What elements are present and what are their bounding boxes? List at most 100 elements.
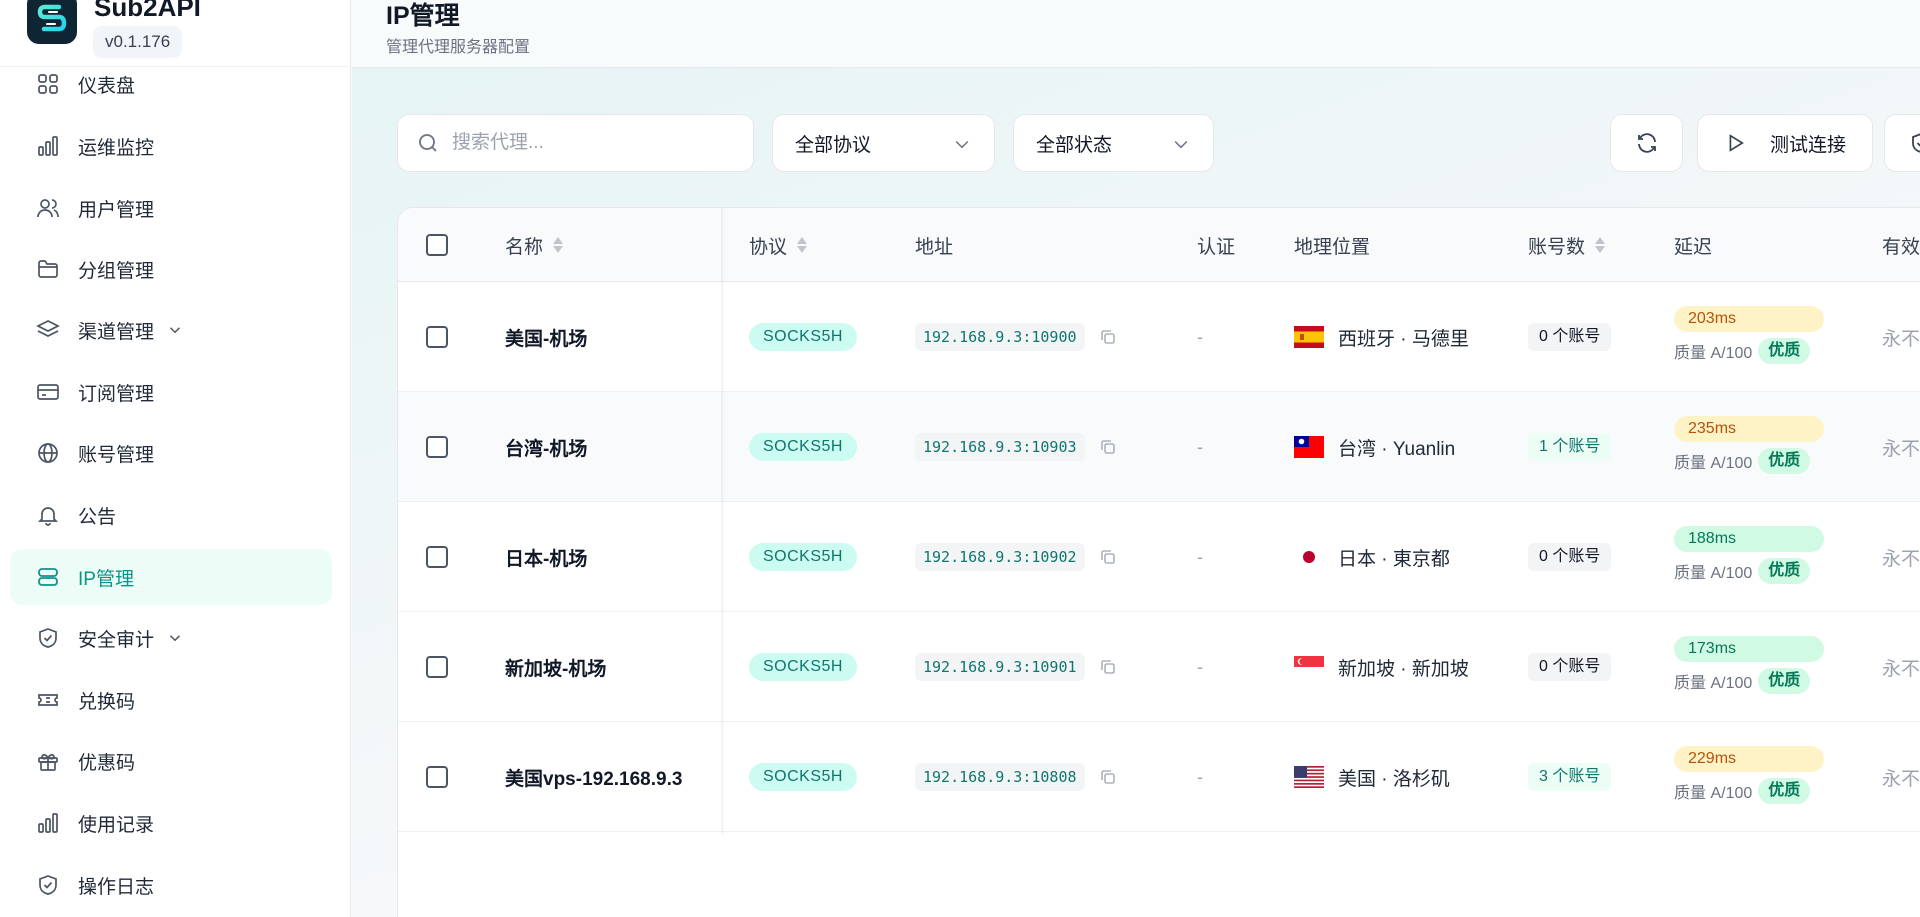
sidebar-item-label: 运维监控 xyxy=(78,137,155,159)
column-header-name[interactable]: 名称 xyxy=(505,208,564,282)
account-count: 3 个账号 xyxy=(1528,763,1612,791)
refresh-button[interactable] xyxy=(1610,114,1683,172)
protocol-badge: SOCKS5H xyxy=(749,433,857,461)
sidebar-item-redeem-codes[interactable]: 兑换码 xyxy=(10,672,332,728)
table-row[interactable]: 日本-机场 SOCKS5H 192.168.9.3:10902 - 日本 · 東… xyxy=(398,502,1920,612)
folder-icon xyxy=(34,255,62,283)
chevron-down-icon xyxy=(1174,140,1188,149)
protocol-badge: SOCKS5H xyxy=(749,653,857,681)
app-name: Sub2API xyxy=(94,0,201,22)
proxy-name: 日本-机场 xyxy=(505,548,588,570)
proxy-name: 新加坡-机场 xyxy=(505,658,607,680)
shield-icon xyxy=(34,624,62,652)
sidebar-item-groups[interactable]: 分组管理 xyxy=(10,241,332,297)
sidebar-item-coupons[interactable]: 优惠码 xyxy=(10,733,332,789)
app-logo[interactable] xyxy=(27,0,77,44)
row-checkbox[interactable] xyxy=(426,546,448,568)
geo-location: 西班牙 · 马德里 xyxy=(1338,328,1469,350)
geo-location: 日本 · 東京都 xyxy=(1338,548,1450,570)
quality-score: 质量 A/100 xyxy=(1674,565,1753,582)
japan-flag-icon xyxy=(1294,546,1324,568)
chevron-down-icon[interactable] xyxy=(166,321,184,339)
sidebar-item-label: 优惠码 xyxy=(78,752,136,774)
protocol-badge: SOCKS5H xyxy=(749,763,857,791)
table-row[interactable]: 台湾-机场 SOCKS5H 192.168.9.3:10903 - 台湾 · Y… xyxy=(398,392,1920,502)
copy-icon[interactable] xyxy=(1099,658,1117,676)
column-header-accounts[interactable]: 账号数 xyxy=(1528,208,1606,282)
table-row[interactable]: 美国vps-192.168.9.3 SOCKS5H 192.168.9.3:10… xyxy=(398,722,1920,832)
column-header-protocol[interactable]: 协议 xyxy=(749,208,808,282)
latency-badge: 188ms xyxy=(1674,526,1824,552)
sidebar-item-ops-monitor[interactable]: 运维监控 xyxy=(10,118,332,174)
expiry-value: 永不 xyxy=(1882,658,1920,680)
sidebar-item-accounts[interactable]: 账号管理 xyxy=(10,425,332,481)
copy-icon[interactable] xyxy=(1099,328,1117,346)
geo-location: 新加坡 · 新加坡 xyxy=(1338,658,1469,680)
table-row[interactable]: 美国-机场 SOCKS5H 192.168.9.3:10900 - 西班牙 · … xyxy=(398,282,1920,392)
shield-action-button[interactable] xyxy=(1884,114,1920,172)
sidebar-item-label: 兑换码 xyxy=(78,691,136,713)
protocol-badge: SOCKS5H xyxy=(749,543,857,571)
latency-badge: 235ms xyxy=(1674,416,1824,442)
row-checkbox[interactable] xyxy=(426,766,448,788)
table-row[interactable]: 新加坡-机场 SOCKS5H 192.168.9.3:10901 - 新加坡 ·… xyxy=(398,612,1920,722)
status-filter-value: 全部状态 xyxy=(1036,134,1113,156)
bar-chart-icon xyxy=(34,809,62,837)
latency-badge: 203ms xyxy=(1674,306,1824,332)
test-connection-button[interactable]: 测试连接 xyxy=(1697,114,1873,172)
sidebar-item-subscriptions[interactable]: 订阅管理 xyxy=(10,364,332,420)
proxy-name: 美国vps-192.168.9.3 xyxy=(505,768,683,790)
sticky-column-shadow xyxy=(721,208,725,835)
select-all-checkbox[interactable] xyxy=(426,234,448,256)
page-header: IP管理 管理代理服务器配置 xyxy=(352,0,1920,68)
proxy-address: 192.168.9.3:10808 xyxy=(915,763,1085,791)
sidebar-item-security-audit[interactable]: 安全审计 xyxy=(10,610,332,666)
sidebar-item-ip-management[interactable]: IP管理 xyxy=(10,549,332,605)
latency-badge: 229ms xyxy=(1674,746,1824,772)
auth-value: - xyxy=(1197,546,1203,567)
copy-icon[interactable] xyxy=(1099,548,1117,566)
sidebar-item-label: 使用记录 xyxy=(78,814,155,836)
app-version: v0.1.176 xyxy=(93,26,183,58)
search-input[interactable] xyxy=(452,132,732,154)
sidebar-item-label: 公告 xyxy=(78,506,117,528)
sidebar-item-label: IP管理 xyxy=(78,568,134,590)
page-title: IP管理 xyxy=(386,2,460,30)
copy-icon[interactable] xyxy=(1099,438,1117,456)
proxy-address: 192.168.9.3:10902 xyxy=(915,543,1085,571)
play-icon xyxy=(1729,134,1744,152)
row-checkbox[interactable] xyxy=(426,436,448,458)
sidebar-item-announcements[interactable]: 公告 xyxy=(10,487,332,543)
status-filter-select[interactable]: 全部状态 xyxy=(1013,114,1214,172)
bell-icon xyxy=(34,501,62,529)
column-header-auth: 认证 xyxy=(1197,236,1236,258)
copy-icon[interactable] xyxy=(1099,768,1117,786)
sidebar-item-channels[interactable]: 渠道管理 xyxy=(10,302,332,358)
geo-location: 美国 · 洛杉矶 xyxy=(1338,768,1450,790)
search-box[interactable] xyxy=(397,114,754,172)
credit-card-icon xyxy=(34,378,62,406)
geo-location: 台湾 · Yuanlin xyxy=(1338,438,1456,460)
expiry-value: 永不 xyxy=(1882,328,1920,350)
auth-value: - xyxy=(1197,656,1203,677)
proxy-name: 美国-机场 xyxy=(505,328,588,350)
sidebar-item-users[interactable]: 用户管理 xyxy=(10,180,332,236)
proxy-address: 192.168.9.3:10901 xyxy=(915,653,1085,681)
quality-score: 质量 A/100 xyxy=(1674,785,1753,802)
auth-value: - xyxy=(1197,436,1203,457)
row-checkbox[interactable] xyxy=(426,656,448,678)
sidebar-item-label: 分组管理 xyxy=(78,260,155,282)
sort-icon xyxy=(1595,237,1606,253)
sidebar-item-label: 订阅管理 xyxy=(78,383,155,405)
sidebar-item-dashboard[interactable]: 仪表盘 xyxy=(10,56,332,112)
ticket-icon xyxy=(34,686,62,714)
sidebar-item-usage-records[interactable]: 使用记录 xyxy=(10,795,332,851)
taiwan-flag-icon xyxy=(1294,436,1324,458)
grid-icon xyxy=(34,70,62,98)
chevron-down-icon[interactable] xyxy=(166,629,184,647)
sidebar-item-operation-logs[interactable]: 操作日志 xyxy=(10,857,332,913)
protocol-filter-select[interactable]: 全部协议 xyxy=(772,114,995,172)
row-checkbox[interactable] xyxy=(426,326,448,348)
search-icon xyxy=(419,134,437,152)
us-flag-icon xyxy=(1294,766,1324,788)
